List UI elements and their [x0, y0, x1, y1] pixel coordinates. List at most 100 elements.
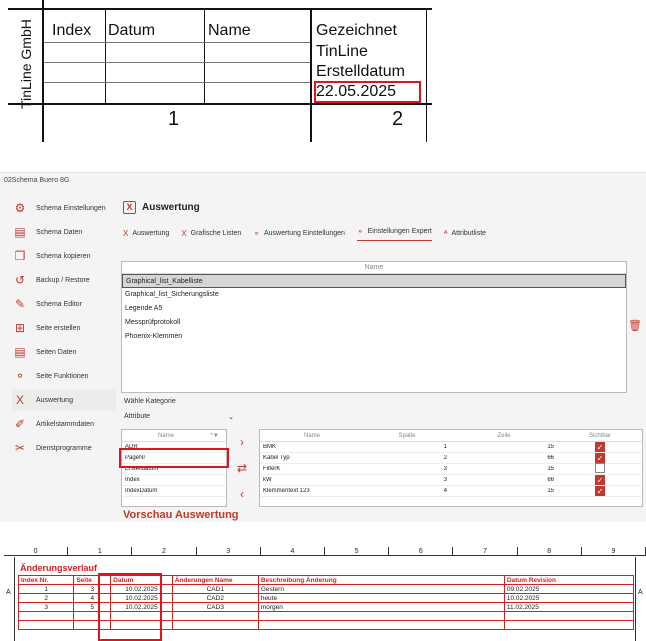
column-header: Index Nr.: [17, 575, 75, 585]
cell-visible: ✓: [558, 442, 642, 452]
list-item[interactable]: Graphical_list_Sicherungsliste: [122, 288, 626, 302]
sidebar-item-label: Backup / Restore: [36, 276, 90, 284]
column-header: Zeile: [497, 432, 511, 439]
sidebar-item[interactable]: ⚬ Seite Funktionen: [12, 365, 116, 387]
sidebar-item[interactable]: X Auswertung: [12, 389, 116, 411]
cell-visible: [558, 463, 642, 475]
table-row[interactable]: BMK 1 15 ✓: [260, 442, 642, 453]
ruler-number: 0: [4, 547, 69, 555]
move-right-button[interactable]: ›: [235, 435, 249, 449]
cell-spalte: 4: [443, 488, 447, 494]
sidebar-item[interactable]: ✂ Dienstprogramme: [12, 437, 116, 459]
sidebar-item[interactable]: ▤ Schema Daten: [12, 221, 116, 243]
column-header: Name: [157, 432, 174, 439]
kategorie-label: Wähle Kategorie: [124, 398, 176, 405]
sidebar-item[interactable]: ✎ Schema Editor: [12, 293, 116, 315]
tab-label: Auswertung Einstellungen: [263, 229, 345, 237]
sidebar-item[interactable]: ⊞ Seite erstellen: [12, 317, 116, 339]
main-panel: X Auswertung X Auswertung X Grafische Liste…: [119, 191, 646, 522]
attribute-list-header: Name ^▼: [122, 430, 226, 442]
list-item[interactable]: Index: [122, 475, 226, 486]
tab-item[interactable]: ⚬ Auswertung Einstellungen: [253, 225, 345, 241]
attribute-list[interactable]: Name ^▼ ADR PageNr Erstelldatum Index IndexD…: [121, 429, 227, 507]
cell-name: Klemmentext 123: [263, 488, 310, 494]
assigned-table-header: Name Spalte Zeile Sichtbar: [260, 430, 642, 442]
table-row[interactable]: Klemmentext 123 4 15 ✓: [260, 486, 642, 497]
company-name: TinLine GmbH: [18, 19, 34, 109]
table-cell: [171, 620, 259, 630]
visible-checkbox[interactable]: ✓: [595, 453, 605, 463]
ruler-number: 6: [389, 547, 454, 555]
sort-icon[interactable]: ^▼: [210, 433, 226, 439]
table-cell: CAD3: [171, 602, 259, 612]
kategorie-select[interactable]: Attribute ⌄: [124, 413, 234, 425]
cell-name: Kabel Typ: [263, 455, 290, 461]
row-letter: A: [6, 589, 11, 596]
assigned-table[interactable]: Name Spalte Zeile Sichtbar BMK 1 15 ✓ Kabel …: [259, 429, 643, 507]
column-number: 2: [392, 108, 404, 130]
ruler-number: 5: [325, 547, 390, 555]
settings-icon: ⚬: [356, 227, 364, 236]
grid-line: [105, 10, 106, 103]
visible-checkbox[interactable]: ✓: [595, 442, 605, 452]
table-cell: [171, 611, 259, 621]
sidebar-item[interactable]: ⚙ Schema Einstellungen: [12, 197, 116, 219]
cell-spalte: 3: [443, 477, 447, 483]
attribute-name: Index: [125, 477, 140, 483]
cell-visible: ✓: [558, 486, 642, 496]
edit-icon: ✐: [14, 417, 26, 431]
cell-name: FilterK: [263, 466, 281, 472]
table-cell: [257, 611, 505, 621]
list-item[interactable]: Messprüfprotokoll: [122, 316, 626, 330]
pencil-icon: ✎: [14, 297, 26, 311]
top-border: [8, 8, 432, 10]
visible-checkbox[interactable]: ✓: [595, 486, 605, 496]
kategorie-value: Attribute: [124, 413, 151, 420]
list-item[interactable]: IndexDatum: [122, 486, 226, 497]
swap-icon[interactable]: ⇄: [235, 461, 249, 475]
tab-item[interactable]: ᴬ Attributliste: [444, 225, 486, 241]
sidebar-item[interactable]: ↺ Backup / Restore: [12, 269, 116, 291]
cell-zeile: 15: [547, 488, 554, 494]
sidebar-item-label: Seiten Daten: [36, 348, 77, 356]
trash-icon[interactable]: 🗑: [628, 319, 642, 332]
sidebar-item-label: Dienstprogramme: [36, 444, 92, 452]
column-header: Name: [303, 432, 320, 439]
document-icon: ▤: [14, 225, 26, 239]
list-item[interactable]: Legende A5: [122, 302, 626, 316]
sidebar-item[interactable]: ▤ Seiten Daten: [12, 341, 116, 363]
tab-item[interactable]: X Grafische Listen: [181, 225, 241, 241]
grid-line: [44, 62, 310, 63]
table-row[interactable]: kW 3 66 ✓: [260, 475, 642, 486]
table-row[interactable]: FilterK 3 15: [260, 463, 642, 475]
sidebar-item[interactable]: ✐ Artikelstammdaten: [12, 413, 116, 435]
table-cell: Gestern: [257, 584, 505, 594]
sidebar-item-label: Auswertung: [36, 396, 73, 404]
cell-spalte: 3: [443, 466, 447, 472]
visible-checkbox[interactable]: [595, 463, 605, 473]
tab-item[interactable]: ⚬ Einstellungen Expert: [356, 225, 432, 241]
move-left-button[interactable]: ‹: [235, 487, 249, 501]
list-item[interactable]: Phoenix-Klemmen: [122, 330, 626, 344]
list-item[interactable]: Graphical_list_Kabelliste: [122, 274, 626, 288]
column-header: Sichtbar: [588, 432, 611, 439]
ruler-number: 7: [453, 547, 518, 555]
highlight-box: [314, 81, 421, 103]
pages-icon: ▤: [14, 345, 26, 359]
table-cell: 3: [17, 602, 75, 612]
attribute-icon: ᴬ: [443, 228, 448, 238]
visible-checkbox[interactable]: ✓: [595, 475, 605, 485]
tab-label: Grafische Listen: [190, 229, 242, 237]
name-list[interactable]: Name Graphical_list_Kabelliste Graphical_…: [121, 261, 627, 393]
tab-label: Attributliste: [451, 229, 487, 237]
attribute-name: IndexDatum: [125, 488, 158, 494]
tab-item[interactable]: X Auswertung: [123, 225, 169, 241]
cell-zeile: 66: [547, 477, 554, 483]
cell-name: kW: [263, 477, 272, 483]
sidebar-item-label: Artikelstammdaten: [36, 420, 94, 428]
ruler-number: 3: [197, 547, 261, 555]
sidebar-item[interactable]: ❐ Schema kopieren: [12, 245, 116, 267]
highlight-box: [98, 573, 162, 641]
row-letter: A: [638, 589, 643, 596]
ruler-number: 1: [68, 547, 133, 555]
